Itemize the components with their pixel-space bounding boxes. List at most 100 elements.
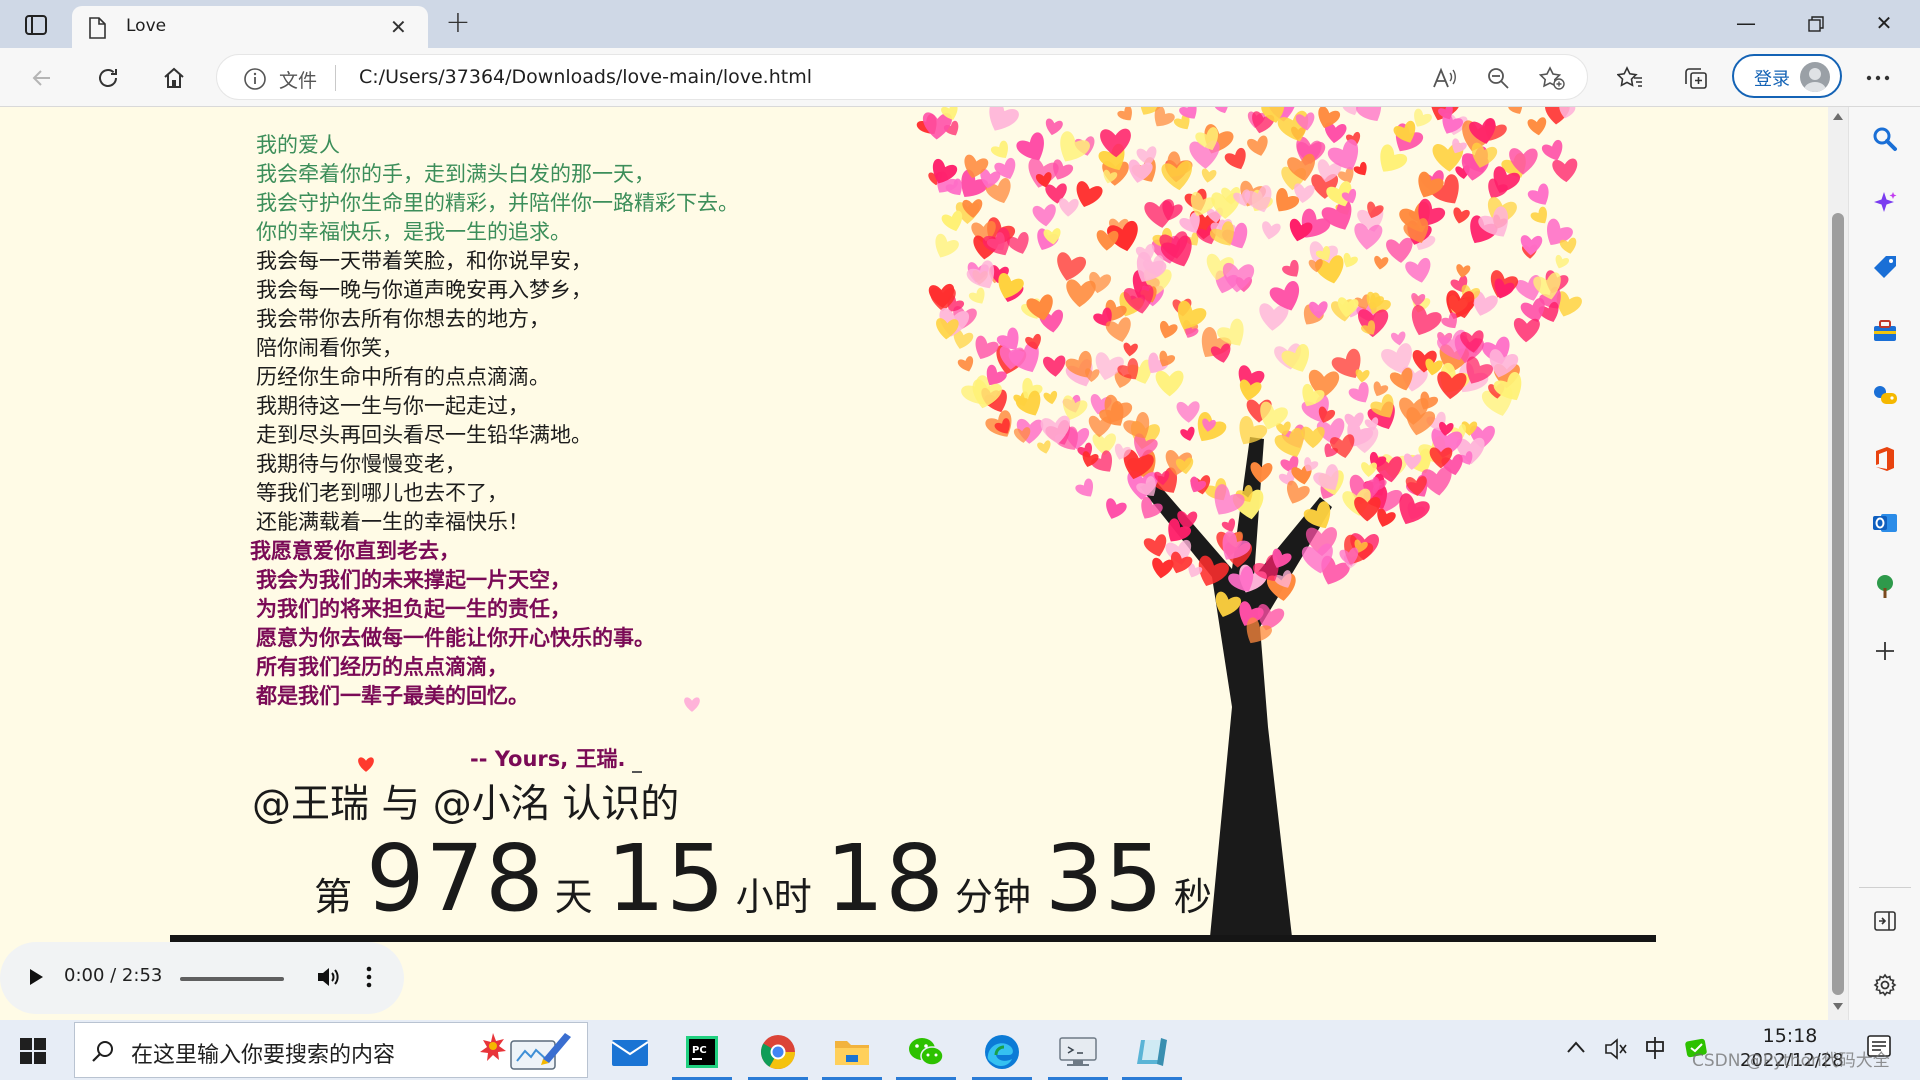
sidebar-search-button[interactable]: [1867, 121, 1903, 157]
heart-leaf: [1555, 254, 1570, 269]
taskbar-remote-desktop[interactable]: [1042, 1024, 1114, 1080]
names-line: @王瑞 与 @小洺 认识的: [252, 782, 680, 827]
heart-leaf: [968, 287, 985, 304]
love-poem: 我的爱人 我会牵着你的手，走到满头白发的那一天， 我会守护你生命里的精彩，并陪伴…: [250, 131, 739, 711]
heart-leaf: [989, 107, 1019, 131]
taskbar-file-explorer[interactable]: [816, 1024, 888, 1080]
counter-minutes-unit: 分钟: [954, 875, 1031, 919]
counter-prefix: 第: [314, 875, 353, 919]
audio-player[interactable]: 0:00 / 2:53: [0, 942, 404, 1014]
settings-more-button[interactable]: [1858, 58, 1898, 98]
poem-line: 我期待与你慢慢变老，: [256, 452, 466, 476]
tab-actions-icon: [25, 15, 47, 35]
minimize-button[interactable]: —: [1724, 8, 1768, 40]
audio-progress-bar[interactable]: [180, 977, 284, 981]
taskbar-chrome[interactable]: [742, 1024, 814, 1080]
poem-line: 我会每一晚与你道声晚安再入梦乡，: [256, 278, 592, 302]
taskbar-mail[interactable]: [594, 1024, 666, 1080]
taskbar-edge[interactable]: [966, 1024, 1038, 1080]
protocol-label: 文件: [279, 70, 318, 92]
close-window-button[interactable]: ✕: [1862, 8, 1906, 40]
poem-line: 愿意为你去做每一件能让你开心快乐的事。: [256, 626, 655, 650]
address-bar[interactable]: 文件 C:/Users/37364/Downloads/love-main/lo…: [216, 54, 1588, 100]
volume-icon[interactable]: [316, 966, 340, 988]
heart-leaf: [1155, 370, 1184, 397]
favorites-button[interactable]: [1610, 58, 1650, 98]
restore-button[interactable]: [1794, 8, 1838, 40]
speaker-muted-icon[interactable]: [1604, 1038, 1628, 1060]
poem-line: 我会带你去所有你想去的地方，: [256, 307, 550, 331]
taskbar-search-box[interactable]: 在这里输入你要搜索的内容: [74, 1022, 588, 1078]
chevron-up-icon[interactable]: [1566, 1040, 1586, 1054]
sidebar-settings-button[interactable]: [1867, 967, 1903, 1003]
sidebar-add-button[interactable]: [1867, 633, 1903, 669]
start-button[interactable]: [20, 1038, 46, 1068]
search-placeholder: 在这里输入你要搜索的内容: [131, 1043, 396, 1068]
new-tab-button[interactable]: +: [440, 6, 476, 42]
heart-leaf: [1456, 264, 1471, 278]
poem-line: 历经你生命中所有的点点滴滴。: [256, 365, 550, 389]
heart-canopy: [916, 107, 1582, 644]
search-icon: [1873, 127, 1897, 151]
ime-chinese-icon[interactable]: [1644, 1036, 1666, 1060]
heart-leaf: [1282, 259, 1299, 277]
sidebar-office-button[interactable]: [1867, 441, 1903, 477]
heart-leaf: [1356, 107, 1382, 122]
read-aloud-button[interactable]: [1429, 63, 1459, 93]
chrome-icon: [761, 1035, 795, 1069]
heart-leaf: [1508, 107, 1523, 114]
notes-icon: [1137, 1038, 1167, 1066]
csdn-watermark: CSDN @Python代码大全: [1692, 1051, 1890, 1071]
more-horizontal-icon: [1866, 75, 1890, 81]
sidebar-games-button[interactable]: [1867, 377, 1903, 413]
back-button[interactable]: [22, 58, 62, 98]
heart-leaf: [1355, 369, 1370, 383]
url-text[interactable]: C:/Users/37364/Downloads/love-main/love.…: [359, 66, 812, 88]
sidebar-hide-button[interactable]: [1867, 903, 1903, 939]
search-highlight-icon: [480, 1033, 571, 1070]
toolbox-icon: [1874, 320, 1896, 341]
poem-line: 我会为我们的未来撑起一片天空，: [256, 568, 571, 592]
tab-actions-button[interactable]: [14, 10, 58, 40]
heart-leaf: [1527, 117, 1547, 136]
heart-leaf: [1075, 478, 1094, 497]
page-content: 我的爱人 我会牵着你的手，走到满头白发的那一天， 我会守护你生命里的精彩，并陪伴…: [0, 107, 1828, 1020]
poem-line: 为我们的将来担负起一生的责任，: [256, 597, 571, 621]
ground-line: [170, 935, 1656, 942]
browser-tab[interactable]: Love ✕: [72, 6, 428, 48]
heart-leaf: [935, 233, 959, 258]
folder-icon: [835, 1041, 869, 1065]
scroll-thumb[interactable]: [1832, 213, 1844, 995]
sidebar-tree-button[interactable]: [1867, 569, 1903, 605]
scroll-down-arrow-icon[interactable]: [1833, 1003, 1843, 1010]
scroll-up-arrow-icon[interactable]: [1833, 113, 1843, 120]
heart-leaf: [1043, 391, 1058, 405]
zoom-button[interactable]: [1483, 63, 1513, 93]
star-add-icon: [1539, 66, 1565, 90]
windows-taskbar: 在这里输入你要搜索的内容 PC 15:18 2022/12/28: [0, 1020, 1920, 1080]
vertical-scrollbar[interactable]: [1828, 107, 1848, 1020]
sidebar-tools-button[interactable]: [1867, 313, 1903, 349]
poem-line: 等我们老到哪儿也去不了，: [256, 481, 508, 505]
refresh-button[interactable]: [88, 58, 128, 98]
more-vertical-icon[interactable]: [366, 966, 372, 988]
info-icon[interactable]: [243, 67, 267, 91]
login-button[interactable]: 登录: [1732, 54, 1842, 98]
games-icon: [1874, 386, 1897, 404]
collections-button[interactable]: [1676, 58, 1716, 98]
close-tab-icon[interactable]: ✕: [390, 15, 407, 39]
taskbar-notes[interactable]: [1116, 1024, 1188, 1080]
home-button[interactable]: [154, 58, 194, 98]
favorites-icon: [1617, 66, 1642, 87]
taskbar-pycharm[interactable]: PC: [666, 1024, 738, 1080]
sidebar-outlook-button[interactable]: [1867, 505, 1903, 541]
play-icon[interactable]: [28, 968, 44, 986]
heart-leaf: [1015, 390, 1041, 416]
poem-line: 我会守护你生命里的精彩，并陪伴你一路精彩下去。: [256, 191, 739, 215]
sidebar-shopping-button[interactable]: [1867, 249, 1903, 285]
taskbar-wechat[interactable]: [890, 1024, 962, 1080]
sidebar-discover-button[interactable]: [1867, 185, 1903, 221]
add-favorite-button[interactable]: [1537, 63, 1567, 93]
heart-leaf: [957, 356, 974, 372]
heart-leaf: [975, 335, 999, 360]
